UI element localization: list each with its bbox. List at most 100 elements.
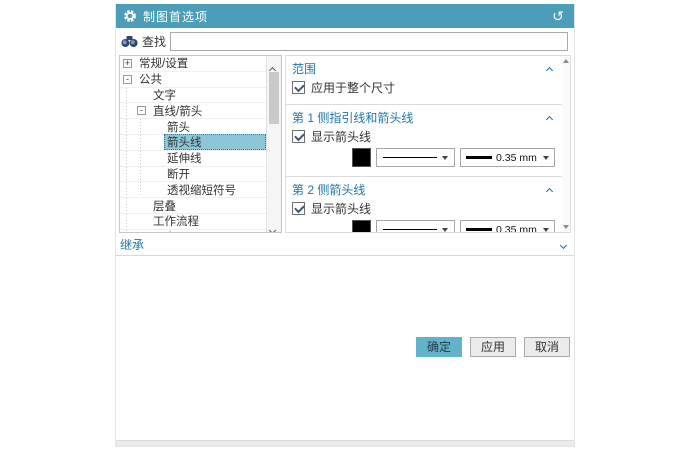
dropdown-arrow-icon (442, 156, 448, 160)
tree-item-箭头[interactable]: 箭头 (120, 119, 266, 135)
drafting-preferences-dialog: 制图首选项 ↺ 查找 +常规/设置-公共文字-直线/箭头箭头箭头线延伸线断开透视… (115, 4, 575, 447)
settings-sections: 范围应用于整个尺寸第 1 侧指引线和箭头线显示箭头线0.35 mm第 2 侧箭头… (286, 56, 562, 232)
dialog-titlebar[interactable]: 制图首选项 ↺ (116, 4, 574, 28)
checkbox-label: 显示箭头线 (311, 200, 371, 217)
tree-item-label[interactable]: 工作流程 (150, 213, 202, 229)
section-header-范围[interactable]: 范围 (292, 60, 556, 77)
panel-scroll-down-icon[interactable] (563, 225, 569, 229)
tree-item-label[interactable]: 原点 (150, 229, 179, 232)
solid-line-sample (383, 157, 437, 158)
checkbox-checked-icon[interactable] (292, 81, 305, 94)
section-title: 第 2 侧箭头线 (292, 181, 547, 198)
tree-indent-guide (120, 182, 151, 197)
settings-panel: 范围应用于整个尺寸第 1 侧指引线和箭头线显示箭头线0.35 mm第 2 侧箭头… (285, 55, 571, 233)
chevron-up-icon[interactable] (547, 109, 552, 127)
binoculars-find-icon (121, 35, 138, 48)
search-row: 查找 (116, 28, 574, 55)
line-width-value: 0.35 mm (496, 224, 539, 233)
collapse-minus-icon[interactable]: - (137, 106, 146, 115)
tree-scrollbar-thumb[interactable] (269, 72, 279, 124)
checkbox-checked-icon[interactable] (292, 202, 305, 215)
chevron-down-icon[interactable] (561, 235, 566, 253)
checkbox-显示箭头线[interactable]: 显示箭头线 (292, 198, 556, 218)
tree-item-延伸线[interactable]: 延伸线 (120, 151, 266, 167)
screen: 制图首选项 ↺ 查找 +常规/设置-公共文字-直线/箭头箭头箭头线延伸线断开透视… (0, 0, 690, 450)
line-format-row: 0.35 mm (292, 218, 556, 232)
tree-item-label[interactable]: 透视缩短符号 (164, 182, 239, 198)
tree-item-label[interactable]: 文字 (150, 87, 179, 103)
dialog-main: +常规/设置-公共文字-直线/箭头箭头箭头线延伸线断开透视缩短符号层叠工作流程原… (116, 55, 574, 233)
scroll-up-icon[interactable] (270, 60, 278, 68)
line-style-dropdown[interactable] (376, 148, 455, 167)
tree-item-直线/箭头[interactable]: -直线/箭头 (120, 103, 266, 119)
tree-indent-guide (120, 151, 151, 166)
section-title: 范围 (292, 60, 547, 77)
section-第 2 侧箭头线: 第 2 侧箭头线显示箭头线 0.35 mm (286, 176, 562, 232)
section-范围: 范围应用于整个尺寸 (286, 56, 562, 104)
thick-line-sample (466, 156, 492, 159)
scroll-down-icon[interactable] (270, 220, 278, 228)
section-header-第 2 侧箭头线[interactable]: 第 2 侧箭头线 (292, 181, 556, 198)
search-input[interactable] (170, 32, 568, 51)
dropdown-arrow-icon (442, 228, 448, 232)
thick-line-sample (466, 228, 492, 231)
find-label: 查找 (142, 33, 166, 50)
line-width-dropdown[interactable]: 0.35 mm (460, 148, 555, 167)
panel-scroll-up-icon[interactable] (563, 59, 569, 63)
tree-item-label[interactable]: 箭头 (164, 119, 193, 135)
tree-item-label[interactable]: 公共 (136, 71, 165, 87)
settings-tree: +常规/设置-公共文字-直线/箭头箭头箭头线延伸线断开透视缩短符号层叠工作流程原… (120, 56, 266, 232)
tree-item-原点[interactable]: 原点 (120, 230, 266, 232)
section-第 1 侧指引线和箭头线: 第 1 侧指引线和箭头线显示箭头线 0.35 mm (286, 104, 562, 176)
checkbox-label: 应用于整个尺寸 (311, 79, 395, 96)
section-header-第 1 侧指引线和箭头线[interactable]: 第 1 侧指引线和箭头线 (292, 109, 556, 126)
chevron-up-icon[interactable] (547, 181, 552, 199)
dropdown-arrow-icon (543, 228, 549, 232)
collapse-minus-icon[interactable]: - (123, 75, 132, 84)
tree-indent-guide (120, 88, 137, 103)
checkbox-应用于整个尺寸[interactable]: 应用于整个尺寸 (292, 77, 556, 97)
line-width-value: 0.35 mm (496, 152, 539, 164)
tree-item-断开[interactable]: 断开 (120, 167, 266, 183)
tree-item-常规/设置[interactable]: + 常规/设置 (120, 56, 266, 72)
tree-indent-guide (120, 119, 151, 134)
panel-scrollbar[interactable] (562, 56, 570, 232)
line-style-dropdown[interactable] (376, 220, 455, 232)
tree-item-label[interactable]: 常规/设置 (136, 56, 191, 71)
chevron-up-icon[interactable] (547, 60, 552, 78)
checkbox-label: 显示箭头线 (311, 128, 371, 145)
tree-item-label[interactable]: 断开 (164, 166, 193, 182)
line-width-dropdown[interactable]: 0.35 mm (460, 220, 555, 232)
line-color-swatch[interactable] (352, 148, 371, 167)
ok-button[interactable]: 确定 (416, 337, 462, 357)
expand-plus-icon[interactable]: + (123, 59, 132, 68)
checkbox-显示箭头线[interactable]: 显示箭头线 (292, 126, 556, 146)
tree-item-箭头线[interactable]: 箭头线 (120, 135, 266, 151)
solid-line-sample (383, 229, 437, 230)
tree-item-层叠[interactable]: 层叠 (120, 198, 266, 214)
cancel-button[interactable]: 取消 (524, 337, 570, 357)
tree-item-label[interactable]: 层叠 (150, 198, 179, 214)
inherit-label[interactable]: 继承 (120, 236, 561, 253)
tree-item-label[interactable]: 箭头线 (164, 134, 266, 150)
apply-button[interactable]: 应用 (470, 337, 516, 357)
tree-indent-guide (120, 103, 137, 118)
inherit-section-header[interactable]: 继承 (116, 233, 574, 256)
checkbox-checked-icon[interactable] (292, 130, 305, 143)
section-title: 第 1 侧指引线和箭头线 (292, 109, 547, 126)
tree-indent-guide (120, 214, 137, 229)
tree-scrollbar[interactable] (266, 56, 281, 232)
dialog-bottom-edge (116, 440, 574, 446)
tree-item-透视缩短符号[interactable]: 透视缩短符号 (120, 182, 266, 198)
tree-item-工作流程[interactable]: 工作流程 (120, 214, 266, 230)
dialog-title: 制图首选项 (143, 8, 208, 25)
settings-tree-panel: +常规/设置-公共文字-直线/箭头箭头箭头线延伸线断开透视缩短符号层叠工作流程原… (119, 55, 282, 233)
tree-item-label[interactable]: 直线/箭头 (150, 103, 205, 119)
gear-icon (123, 9, 137, 23)
tree-item-label[interactable]: 延伸线 (164, 150, 205, 166)
tree-item-公共[interactable]: -公共 (120, 72, 266, 88)
tree-indent-guide (120, 167, 151, 182)
line-color-swatch[interactable] (352, 220, 371, 232)
tree-item-文字[interactable]: 文字 (120, 88, 266, 104)
reset-icon[interactable]: ↺ (549, 8, 567, 25)
